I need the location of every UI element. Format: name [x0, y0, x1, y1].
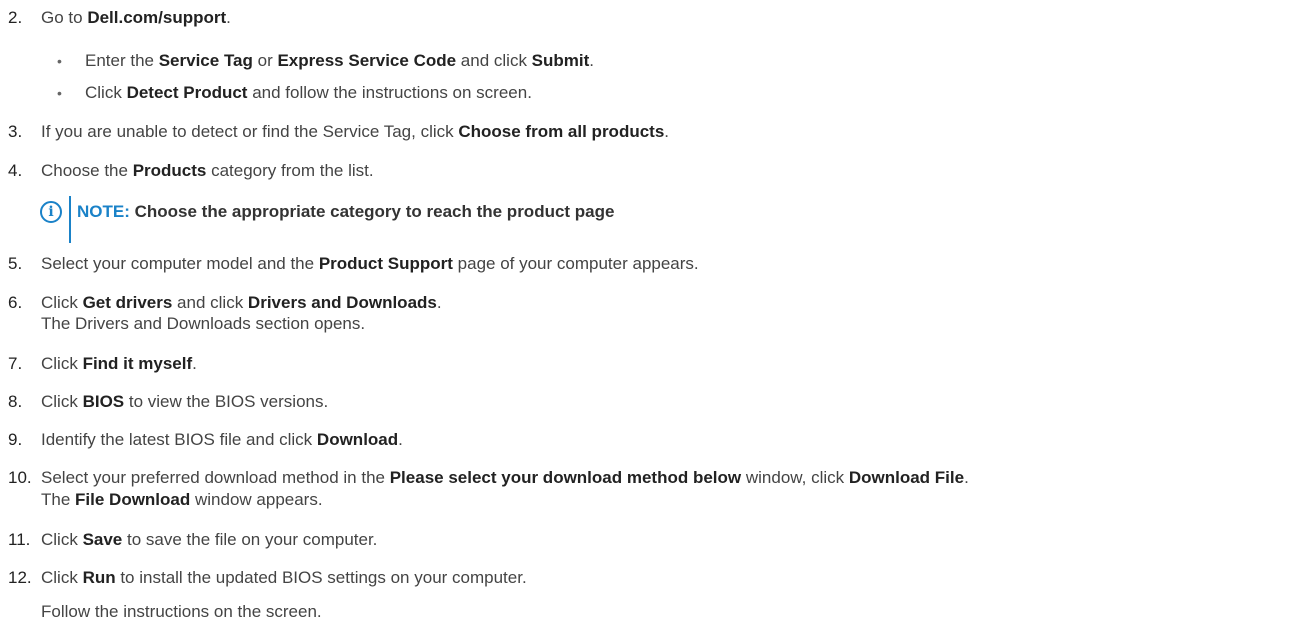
step-text: The Drivers and Downloads section opens.	[41, 314, 366, 333]
note-divider	[69, 196, 71, 243]
substep-text: Enter the Service Tag or Express Service…	[85, 51, 595, 70]
step-number: 9.	[8, 430, 23, 449]
step-number: 12.	[8, 568, 32, 587]
step-text: Go to Dell.com/support.	[41, 8, 231, 27]
step-number: 3.	[8, 122, 23, 141]
step-text: If you are unable to detect or find the …	[41, 122, 670, 141]
step-text: Click Find it myself.	[41, 354, 197, 373]
info-circle-icon: i	[40, 201, 62, 223]
step-number: 6.	[8, 293, 23, 312]
step-number: 7.	[8, 354, 23, 373]
step-number: 2.	[8, 8, 23, 27]
step-text: Choose the Products category from the li…	[41, 161, 374, 180]
step-text: Click BIOS to view the BIOS versions.	[41, 392, 329, 411]
note-text: NOTE: Choose the appropriate category to…	[77, 202, 615, 221]
substep-text: Click Detect Product and follow the inst…	[85, 83, 532, 102]
bullet-dot-icon: •	[57, 53, 62, 69]
step-text: The File Download window appears.	[41, 490, 323, 509]
step-text: Click Get drivers and click Drivers and …	[41, 293, 442, 312]
step-number: 11.	[8, 530, 31, 549]
step-text: Select your computer model and the Produ…	[41, 254, 699, 273]
step-number: 4.	[8, 161, 23, 180]
document-page: 2. Go to Dell.com/support. • Enter the S…	[0, 0, 1310, 627]
step-text: Follow the instructions on the screen.	[41, 602, 322, 621]
step-text: Select your preferred download method in…	[41, 468, 969, 487]
step-text: Click Save to save the file on your comp…	[41, 530, 378, 549]
bullet-dot-icon: •	[57, 85, 62, 101]
step-number: 10.	[8, 468, 32, 487]
step-number: 5.	[8, 254, 23, 273]
step-number: 8.	[8, 392, 23, 411]
step-text: Identify the latest BIOS file and click …	[41, 430, 403, 449]
step-text: Click Run to install the updated BIOS se…	[41, 568, 527, 587]
